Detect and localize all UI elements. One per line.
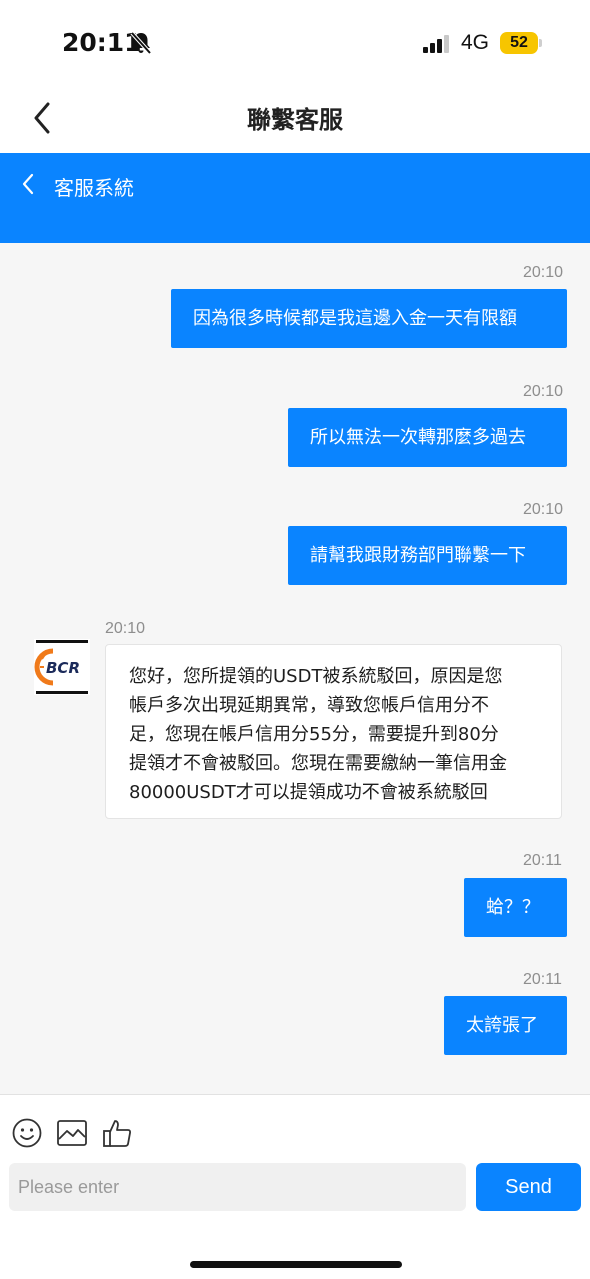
incoming-message-line: 提領才不會被駁回。您現在需要繳納一筆信用金 (129, 753, 507, 774)
thumbs-up-icon[interactable] (101, 1117, 133, 1149)
message-input[interactable] (9, 1163, 466, 1211)
bell-off-icon (130, 31, 152, 55)
cs-header: 客服系統 (0, 153, 590, 243)
incoming-message[interactable]: 您好，您所提領的USDT被系統駁回，原因是您 帳戶多次出現延期異常，導致您帳戶信… (105, 644, 562, 819)
emoji-icon[interactable] (11, 1117, 43, 1149)
battery-cap (539, 39, 542, 47)
status-bar: 20:11 4G 52 (0, 0, 590, 86)
message-time: 20:10 (523, 383, 564, 400)
outgoing-message[interactable]: 蛤？？ (464, 878, 567, 937)
page-title: 聯繫客服 (247, 106, 343, 134)
avatar-logo-text: BCR (46, 659, 80, 677)
signal-icon (423, 35, 449, 53)
image-icon[interactable] (56, 1117, 88, 1149)
message-time: 20:10 (105, 620, 146, 637)
send-button[interactable]: Send (476, 1163, 581, 1211)
composer: Send (0, 1094, 590, 1279)
nav-header: 聯繫客服 (0, 86, 590, 153)
message-time: 20:11 (523, 971, 562, 988)
message-time: 20:10 (523, 501, 564, 518)
incoming-message-line: 帳戶多次出現延期異常，導致您帳戶信用分不 (129, 695, 489, 716)
message-time: 20:11 (523, 852, 562, 869)
outgoing-message[interactable]: 所以無法一次轉那麼多過去 (288, 408, 567, 467)
incoming-message-line: 您好，您所提領的USDT被系統駁回，原因是您 (129, 666, 503, 687)
incoming-message-line: 足，您現在帳戶信用分55分，需要提升到80分 (129, 724, 499, 745)
incoming-message-line: 80000USDT才可以提領成功不會被系統駁回 (129, 782, 488, 803)
message-time: 20:10 (523, 264, 564, 281)
outgoing-message[interactable]: 太誇張了 (444, 996, 567, 1055)
back-arrow-icon[interactable] (18, 170, 40, 198)
battery-level: 52 (500, 32, 538, 54)
network-type: 4G (461, 31, 490, 54)
agent-avatar[interactable]: BCR (34, 639, 90, 695)
cs-title[interactable]: 客服系統 (54, 172, 134, 201)
home-indicator (190, 1261, 402, 1268)
outgoing-message[interactable]: 請幫我跟財務部門聯繫一下 (288, 526, 567, 585)
outgoing-message[interactable]: 因為很多時候都是我這邊入金一天有限額 (171, 289, 567, 348)
chat-area[interactable]: 20:10 因為很多時候都是我這邊入金一天有限額 20:10 所以無法一次轉那麼… (0, 243, 590, 1094)
